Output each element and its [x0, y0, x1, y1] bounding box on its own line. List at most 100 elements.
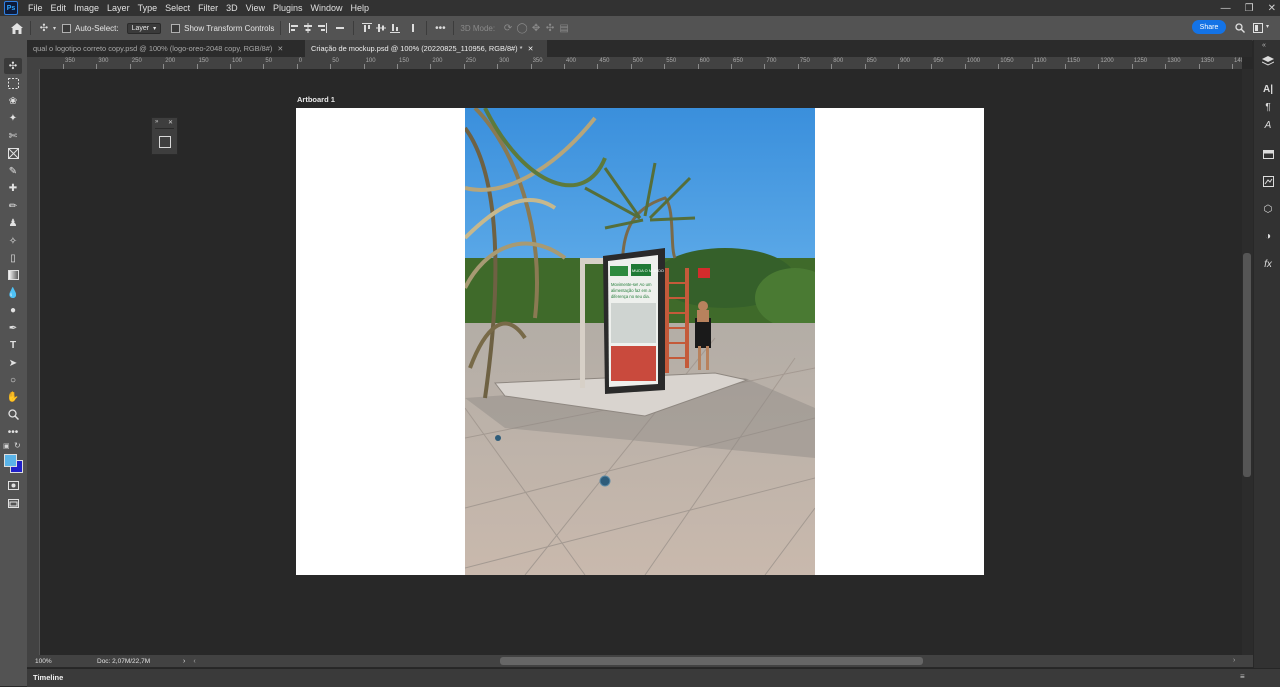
- artboard-label[interactable]: Artboard 1: [297, 95, 335, 104]
- hand-tool-icon[interactable]: ✋: [4, 389, 22, 405]
- minimize-icon[interactable]: —: [1221, 3, 1231, 14]
- panel-menu-icon[interactable]: ≡: [1240, 672, 1245, 681]
- align-left-icon[interactable]: [287, 21, 301, 35]
- close-icon[interactable]: ✕: [528, 45, 534, 53]
- screen-mode-icon[interactable]: [4, 495, 22, 511]
- paragraph-panel-icon[interactable]: ¶: [1261, 100, 1275, 114]
- character-panel-icon[interactable]: A|: [1261, 82, 1275, 96]
- show-transform-checkbox[interactable]: Show Transform Controls: [171, 23, 274, 33]
- libraries-panel-icon[interactable]: [1261, 174, 1275, 188]
- properties-panel-icon[interactable]: [159, 136, 171, 148]
- eyedropper-tool-icon[interactable]: ✎: [4, 163, 22, 179]
- vertical-scrollbar-thumb[interactable]: [1243, 253, 1251, 477]
- ellipse-tool-icon[interactable]: ○: [4, 372, 22, 388]
- share-button[interactable]: Share: [1192, 20, 1226, 34]
- status-menu-icon[interactable]: ›: [183, 658, 185, 665]
- align-middle-icon[interactable]: [374, 21, 388, 35]
- move-tool-icon[interactable]: ✣: [4, 58, 22, 74]
- collapse-dock-icon[interactable]: «: [1262, 42, 1266, 49]
- roll-3d-icon[interactable]: ◯: [515, 21, 529, 35]
- styles-panel-icon[interactable]: fx: [1261, 257, 1275, 271]
- channels-panel-icon[interactable]: [1261, 147, 1275, 161]
- menu-file[interactable]: File: [24, 3, 47, 13]
- zoom-level[interactable]: 100%: [35, 658, 75, 665]
- menu-view[interactable]: View: [242, 3, 269, 13]
- eraser-tool-icon[interactable]: ▯: [4, 250, 22, 266]
- edit-toolbar-icon[interactable]: •••: [4, 424, 22, 440]
- tab-document-1[interactable]: qual o logotipo correto copy.psd @ 100% …: [27, 40, 307, 57]
- default-colors-icon[interactable]: ▣: [3, 442, 10, 450]
- menu-plugins[interactable]: Plugins: [269, 3, 307, 13]
- frame-tool-icon[interactable]: [4, 145, 22, 161]
- photo-layer[interactable]: MUDA O MUNDO Movimente-se! Ao um aliment…: [465, 108, 815, 575]
- menu-3d[interactable]: 3D: [222, 3, 242, 13]
- move-tool-icon[interactable]: ✣: [37, 21, 51, 35]
- align-center-icon[interactable]: [301, 21, 315, 35]
- glyphs-panel-icon[interactable]: A: [1261, 118, 1275, 132]
- 3d-panel-icon[interactable]: ⬡: [1261, 202, 1275, 216]
- close-icon[interactable]: ✕: [168, 119, 173, 126]
- crop-tool-icon[interactable]: ✄: [4, 128, 22, 144]
- close-icon[interactable]: ✕: [277, 45, 283, 53]
- slide-3d-icon[interactable]: ✣: [543, 21, 557, 35]
- quick-mask-icon[interactable]: [4, 477, 22, 493]
- scroll-right-icon[interactable]: ›: [1233, 657, 1235, 664]
- lasso-tool-icon[interactable]: ❀: [4, 93, 22, 109]
- menu-window[interactable]: Window: [307, 3, 347, 13]
- ruler-label: 950: [933, 58, 944, 64]
- restore-icon[interactable]: ❐: [1245, 3, 1254, 14]
- menu-type[interactable]: Type: [134, 3, 162, 13]
- zoom-tool-icon[interactable]: [4, 406, 22, 422]
- menu-image[interactable]: Image: [70, 3, 103, 13]
- menu-layer[interactable]: Layer: [103, 3, 134, 13]
- magic-wand-tool-icon[interactable]: ✦: [4, 110, 22, 126]
- camera-3d-icon[interactable]: ▤: [557, 21, 571, 35]
- distribute-icon[interactable]: [333, 21, 347, 35]
- blur-tool-icon[interactable]: 💧: [4, 285, 22, 301]
- horizontal-scrollbar-thumb[interactable]: [500, 657, 923, 665]
- workspace-chevron-icon[interactable]: ▾: [1266, 23, 1269, 30]
- auto-select-dropdown[interactable]: Layer ▾: [126, 22, 162, 34]
- brush-tool-icon[interactable]: ✏: [4, 198, 22, 214]
- tab-document-2[interactable]: Criação de mockup.psd @ 100% (20220825_1…: [305, 40, 547, 57]
- align-top-icon[interactable]: [360, 21, 374, 35]
- pen-tool-icon[interactable]: ✒: [4, 320, 22, 336]
- home-icon[interactable]: [10, 21, 24, 35]
- layers-panel-icon[interactable]: [1261, 54, 1275, 68]
- menu-filter[interactable]: Filter: [194, 3, 222, 13]
- tab-label: qual o logotipo correto copy.psd @ 100% …: [33, 44, 273, 53]
- ruler-label: 1200: [1100, 58, 1114, 64]
- orbit-3d-icon[interactable]: ⟳: [501, 21, 515, 35]
- menu-select[interactable]: Select: [161, 3, 194, 13]
- auto-select-checkbox[interactable]: Auto-Select:: [62, 23, 119, 33]
- chevron-down-icon[interactable]: ▾: [53, 25, 56, 32]
- dodge-tool-icon[interactable]: ●: [4, 302, 22, 318]
- foreground-color-swatch[interactable]: [4, 454, 17, 467]
- swap-colors-icon[interactable]: ↻: [14, 441, 21, 450]
- path-selection-tool-icon[interactable]: ➤: [4, 355, 22, 371]
- ruler-label: 450: [599, 58, 610, 64]
- scroll-left-icon[interactable]: ‹: [193, 658, 195, 665]
- pan-3d-icon[interactable]: ✥: [529, 21, 543, 35]
- align-right-icon[interactable]: [315, 21, 329, 35]
- menu-help[interactable]: Help: [347, 3, 374, 13]
- search-icon[interactable]: [1233, 21, 1247, 35]
- more-options-icon[interactable]: •••: [433, 21, 447, 35]
- healing-brush-tool-icon[interactable]: ✚: [4, 180, 22, 196]
- workspace-icon[interactable]: [1252, 21, 1266, 35]
- gradient-tool-icon[interactable]: [4, 267, 22, 283]
- expand-panel-icon[interactable]: »: [155, 119, 158, 125]
- type-tool-icon[interactable]: T: [4, 337, 22, 353]
- clone-stamp-tool-icon[interactable]: ♟: [4, 215, 22, 231]
- ruler-label: 900: [900, 58, 911, 64]
- menu-edit[interactable]: Edit: [47, 3, 71, 13]
- marquee-tool-icon[interactable]: [4, 75, 22, 91]
- align-bottom-icon[interactable]: [388, 21, 402, 35]
- distribute-vertical-icon[interactable]: [406, 21, 420, 35]
- document-tabs: qual o logotipo correto copy.psd @ 100% …: [27, 40, 1252, 57]
- history-brush-tool-icon[interactable]: ✧: [4, 233, 22, 249]
- timeline-label[interactable]: Timeline: [33, 673, 63, 682]
- close-icon[interactable]: ✕: [1268, 3, 1276, 14]
- 3d-mode-label: 3D Mode:: [460, 23, 496, 33]
- adjustments-panel-icon[interactable]: ◑: [1261, 229, 1275, 243]
